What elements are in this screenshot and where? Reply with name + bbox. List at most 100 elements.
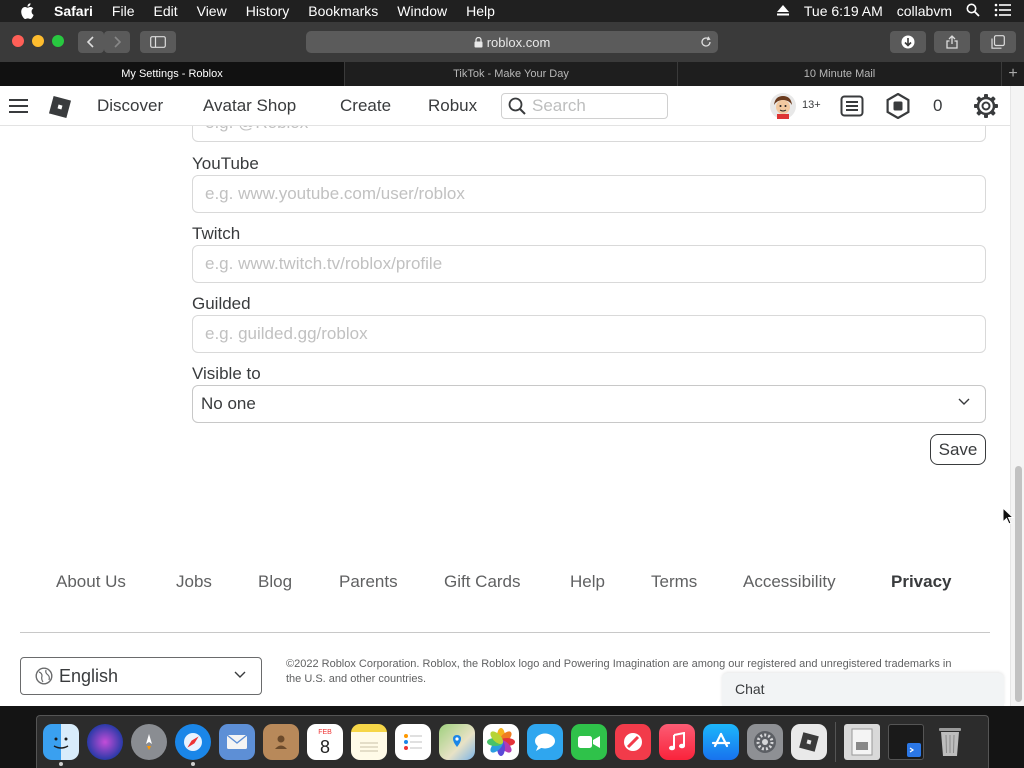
nav-discover[interactable]: Discover [97,96,163,116]
preview-document-icon[interactable] [844,724,880,760]
page-scrollbar[interactable] [1010,86,1024,706]
menu-view[interactable]: View [197,3,227,19]
tab-title: My Settings - Roblox [121,68,223,80]
app-store-icon[interactable] [703,724,739,760]
mail-icon[interactable] [219,724,255,760]
roblox-app-icon[interactable] [791,724,827,760]
menu-app-name[interactable]: Safari [54,3,93,19]
maps-icon[interactable] [439,724,475,760]
nav-avatar-shop[interactable]: Avatar Shop [203,96,296,116]
search-icon [508,97,526,115]
menu-file[interactable]: File [112,3,135,19]
reload-icon[interactable] [700,36,712,48]
twitter-field[interactable] [192,126,986,142]
footer-link-parents[interactable]: Parents [339,572,398,592]
menubar-user[interactable]: collabvm [897,3,952,19]
photos-icon[interactable] [483,724,519,760]
age-badge: 13+ [802,99,821,111]
share-button[interactable] [934,31,970,53]
tab-tiktok[interactable]: TikTok - Make Your Day [345,62,678,86]
calendar-month: FEB [318,729,332,736]
system-preferences-icon[interactable] [747,724,783,760]
guilded-field[interactable] [192,315,986,353]
tab-10-minute-mail[interactable]: 10 Minute Mail [678,62,1002,86]
twitch-field[interactable] [192,245,986,283]
spotlight-search-icon[interactable] [966,3,980,20]
robux-count[interactable]: 0 [933,96,942,116]
footer-link-help[interactable]: Help [570,572,605,592]
minimize-window-button[interactable] [32,35,44,47]
menu-help[interactable]: Help [466,3,495,19]
messages-icon[interactable] [527,724,563,760]
save-button[interactable]: Save [930,434,986,465]
dock-separator [835,722,836,762]
tab-overview-button[interactable] [980,31,1016,53]
launchpad-icon[interactable] [131,724,167,760]
downloads-button[interactable] [890,31,926,53]
youtube-field[interactable] [192,175,986,213]
download-icon [901,35,915,49]
visible-to-select[interactable]: No one [192,385,986,423]
roblox-logo-icon[interactable] [48,95,72,124]
hamburger-menu-icon[interactable] [9,98,29,119]
terminal-window-icon[interactable] [888,724,924,760]
language-select[interactable]: English [20,657,262,695]
fullscreen-window-button[interactable] [52,35,64,47]
footer-link-blog[interactable]: Blog [258,572,292,592]
forward-button[interactable] [104,31,130,53]
plus-icon: + [1008,65,1018,82]
search-box[interactable] [501,93,668,119]
twitch-label: Twitch [192,224,241,243]
reminders-icon[interactable] [395,724,431,760]
avatar[interactable] [770,93,796,124]
back-button[interactable] [78,31,104,53]
chat-list-icon[interactable] [840,95,864,122]
calendar-day: 8 [319,737,330,757]
menu-window[interactable]: Window [397,3,447,19]
menu-bookmarks[interactable]: Bookmarks [308,3,378,19]
tab-my-settings[interactable]: My Settings - Roblox [0,62,345,86]
chat-bar[interactable]: Chat [722,673,1004,706]
apple-menu-icon[interactable] [20,3,38,19]
safari-icon[interactable] [175,724,211,766]
menu-edit[interactable]: Edit [153,3,177,19]
footer-link-jobs[interactable]: Jobs [176,572,212,592]
menubar-clock[interactable]: Tue 6:19 AM [804,3,883,19]
nav-robux[interactable]: Robux [428,96,477,116]
gear-icon[interactable] [973,93,999,124]
tabs-icon [991,35,1005,49]
footer-link-privacy[interactable]: Privacy [891,572,952,592]
address-bar[interactable]: roblox.com [306,31,718,53]
close-window-button[interactable] [12,35,24,47]
chat-label: Chat [735,681,765,697]
dock: FEB 8 [36,715,989,768]
nav-create[interactable]: Create [340,96,391,116]
footer-link-gift-cards[interactable]: Gift Cards [444,572,521,592]
facetime-icon[interactable] [571,724,607,760]
running-indicator [59,762,63,766]
tab-title: TikTok - Make Your Day [453,68,569,80]
footer-link-terms[interactable]: Terms [651,572,697,592]
sidebar-toggle-button[interactable] [140,31,176,53]
footer-link-about-us[interactable]: About Us [56,572,126,592]
new-tab-button[interactable]: + [1002,62,1024,86]
calendar-icon[interactable]: FEB 8 [307,724,343,760]
robux-icon[interactable] [885,92,911,124]
search-input[interactable] [532,96,652,116]
music-icon[interactable] [659,724,695,760]
scrollbar-thumb[interactable] [1015,466,1022,702]
footer-link-accessibility[interactable]: Accessibility [743,572,836,592]
menu-history[interactable]: History [246,3,290,19]
finder-icon[interactable] [43,724,79,766]
eject-icon[interactable] [776,3,790,19]
mouse-cursor-icon [1002,506,1015,530]
notes-icon[interactable] [351,724,387,760]
news-icon[interactable] [615,724,651,760]
trash-icon[interactable] [932,724,968,760]
siri-icon[interactable] [87,724,123,760]
language-value: English [59,665,119,686]
footer-divider [20,632,990,633]
contacts-icon[interactable] [263,724,299,760]
share-icon [946,35,958,49]
control-center-icon[interactable] [994,3,1012,20]
